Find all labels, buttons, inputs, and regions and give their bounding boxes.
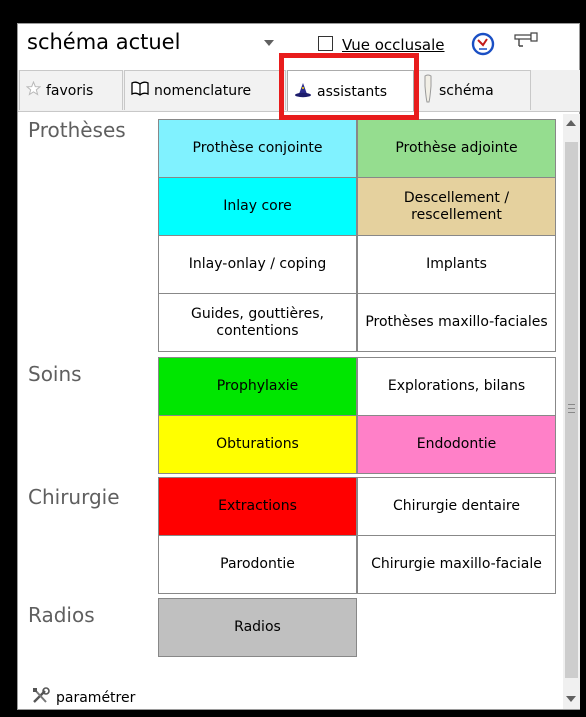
btn-descellement[interactable]: Descellement / rescellement [357, 177, 556, 236]
btn-obturations[interactable]: Obturations [158, 415, 357, 474]
scroll-up-arrow-icon[interactable] [566, 120, 576, 126]
scrollbar-thumb[interactable] [565, 142, 578, 678]
section-title-protheses: Prothèses [28, 118, 126, 142]
btn-prothese-adjointe[interactable]: Prothèse adjointe [357, 119, 556, 178]
btn-parodontie[interactable]: Parodontie [158, 535, 357, 594]
btn-endodontie[interactable]: Endodontie [357, 415, 556, 474]
btn-guides-gouttieres[interactable]: Guides, gouttières, contentions [158, 293, 357, 352]
scroll-grip-icon [568, 404, 575, 413]
btn-prothese-conjointe[interactable]: Prothèse conjointe [158, 119, 357, 178]
occlusal-label[interactable]: Vue occlusale [342, 36, 445, 54]
scroll-down-arrow-icon[interactable] [566, 696, 576, 702]
btn-chirurgie-dentaire[interactable]: Chirurgie dentaire [357, 477, 556, 536]
parametrer-label: paramétrer [56, 690, 136, 706]
vertical-scrollbar[interactable] [563, 114, 580, 709]
assistant-content: Prothèses Soins Chirurgie Radios Prothès… [18, 114, 563, 709]
schema-combo[interactable]: schéma actuel [19, 25, 307, 59]
tab-schema[interactable]: schéma [415, 70, 531, 110]
assistant-panel: schéma actuel Vue occlusale favoris nome… [17, 23, 580, 710]
btn-inlay-onlay[interactable]: Inlay-onlay / coping [158, 235, 357, 294]
tab-nomenclature[interactable]: nomenclature [124, 70, 286, 110]
schema-combo-value: schéma actuel [27, 30, 181, 54]
star-icon [25, 80, 42, 100]
btn-extractions[interactable]: Extractions [158, 477, 357, 536]
settings-tools-icon [31, 687, 53, 709]
section-title-radios: Radios [28, 603, 95, 627]
btn-implants[interactable]: Implants [357, 235, 556, 294]
btn-chirurgie-maxillo[interactable]: Chirurgie maxillo-faciale [357, 535, 556, 594]
section-title-chirurgie: Chirurgie [28, 485, 120, 509]
btn-prophylaxie[interactable]: Prophylaxie [158, 357, 357, 416]
parametrer-button[interactable]: paramétrer [31, 687, 135, 709]
occlusal-checkbox[interactable] [318, 36, 333, 51]
tab-label: nomenclature [154, 82, 252, 99]
tab-label: favoris [46, 82, 94, 99]
dental-drill-icon[interactable] [513, 30, 539, 50]
btn-radios[interactable]: Radios [158, 598, 357, 657]
btn-explorations-bilans[interactable]: Explorations, bilans [357, 357, 556, 416]
book-icon [131, 81, 149, 100]
chevron-down-icon[interactable] [264, 40, 274, 46]
btn-inlay-core[interactable]: Inlay core [158, 177, 357, 236]
highlight-annotation [279, 53, 419, 120]
tab-favoris[interactable]: favoris [19, 70, 123, 110]
section-title-soins: Soins [28, 362, 82, 386]
tooth-icon [422, 74, 434, 108]
btn-protheses-maxillo[interactable]: Prothèses maxillo-faciales [357, 293, 556, 352]
tab-label: schéma [439, 82, 494, 99]
help-clock-icon[interactable] [471, 32, 495, 56]
